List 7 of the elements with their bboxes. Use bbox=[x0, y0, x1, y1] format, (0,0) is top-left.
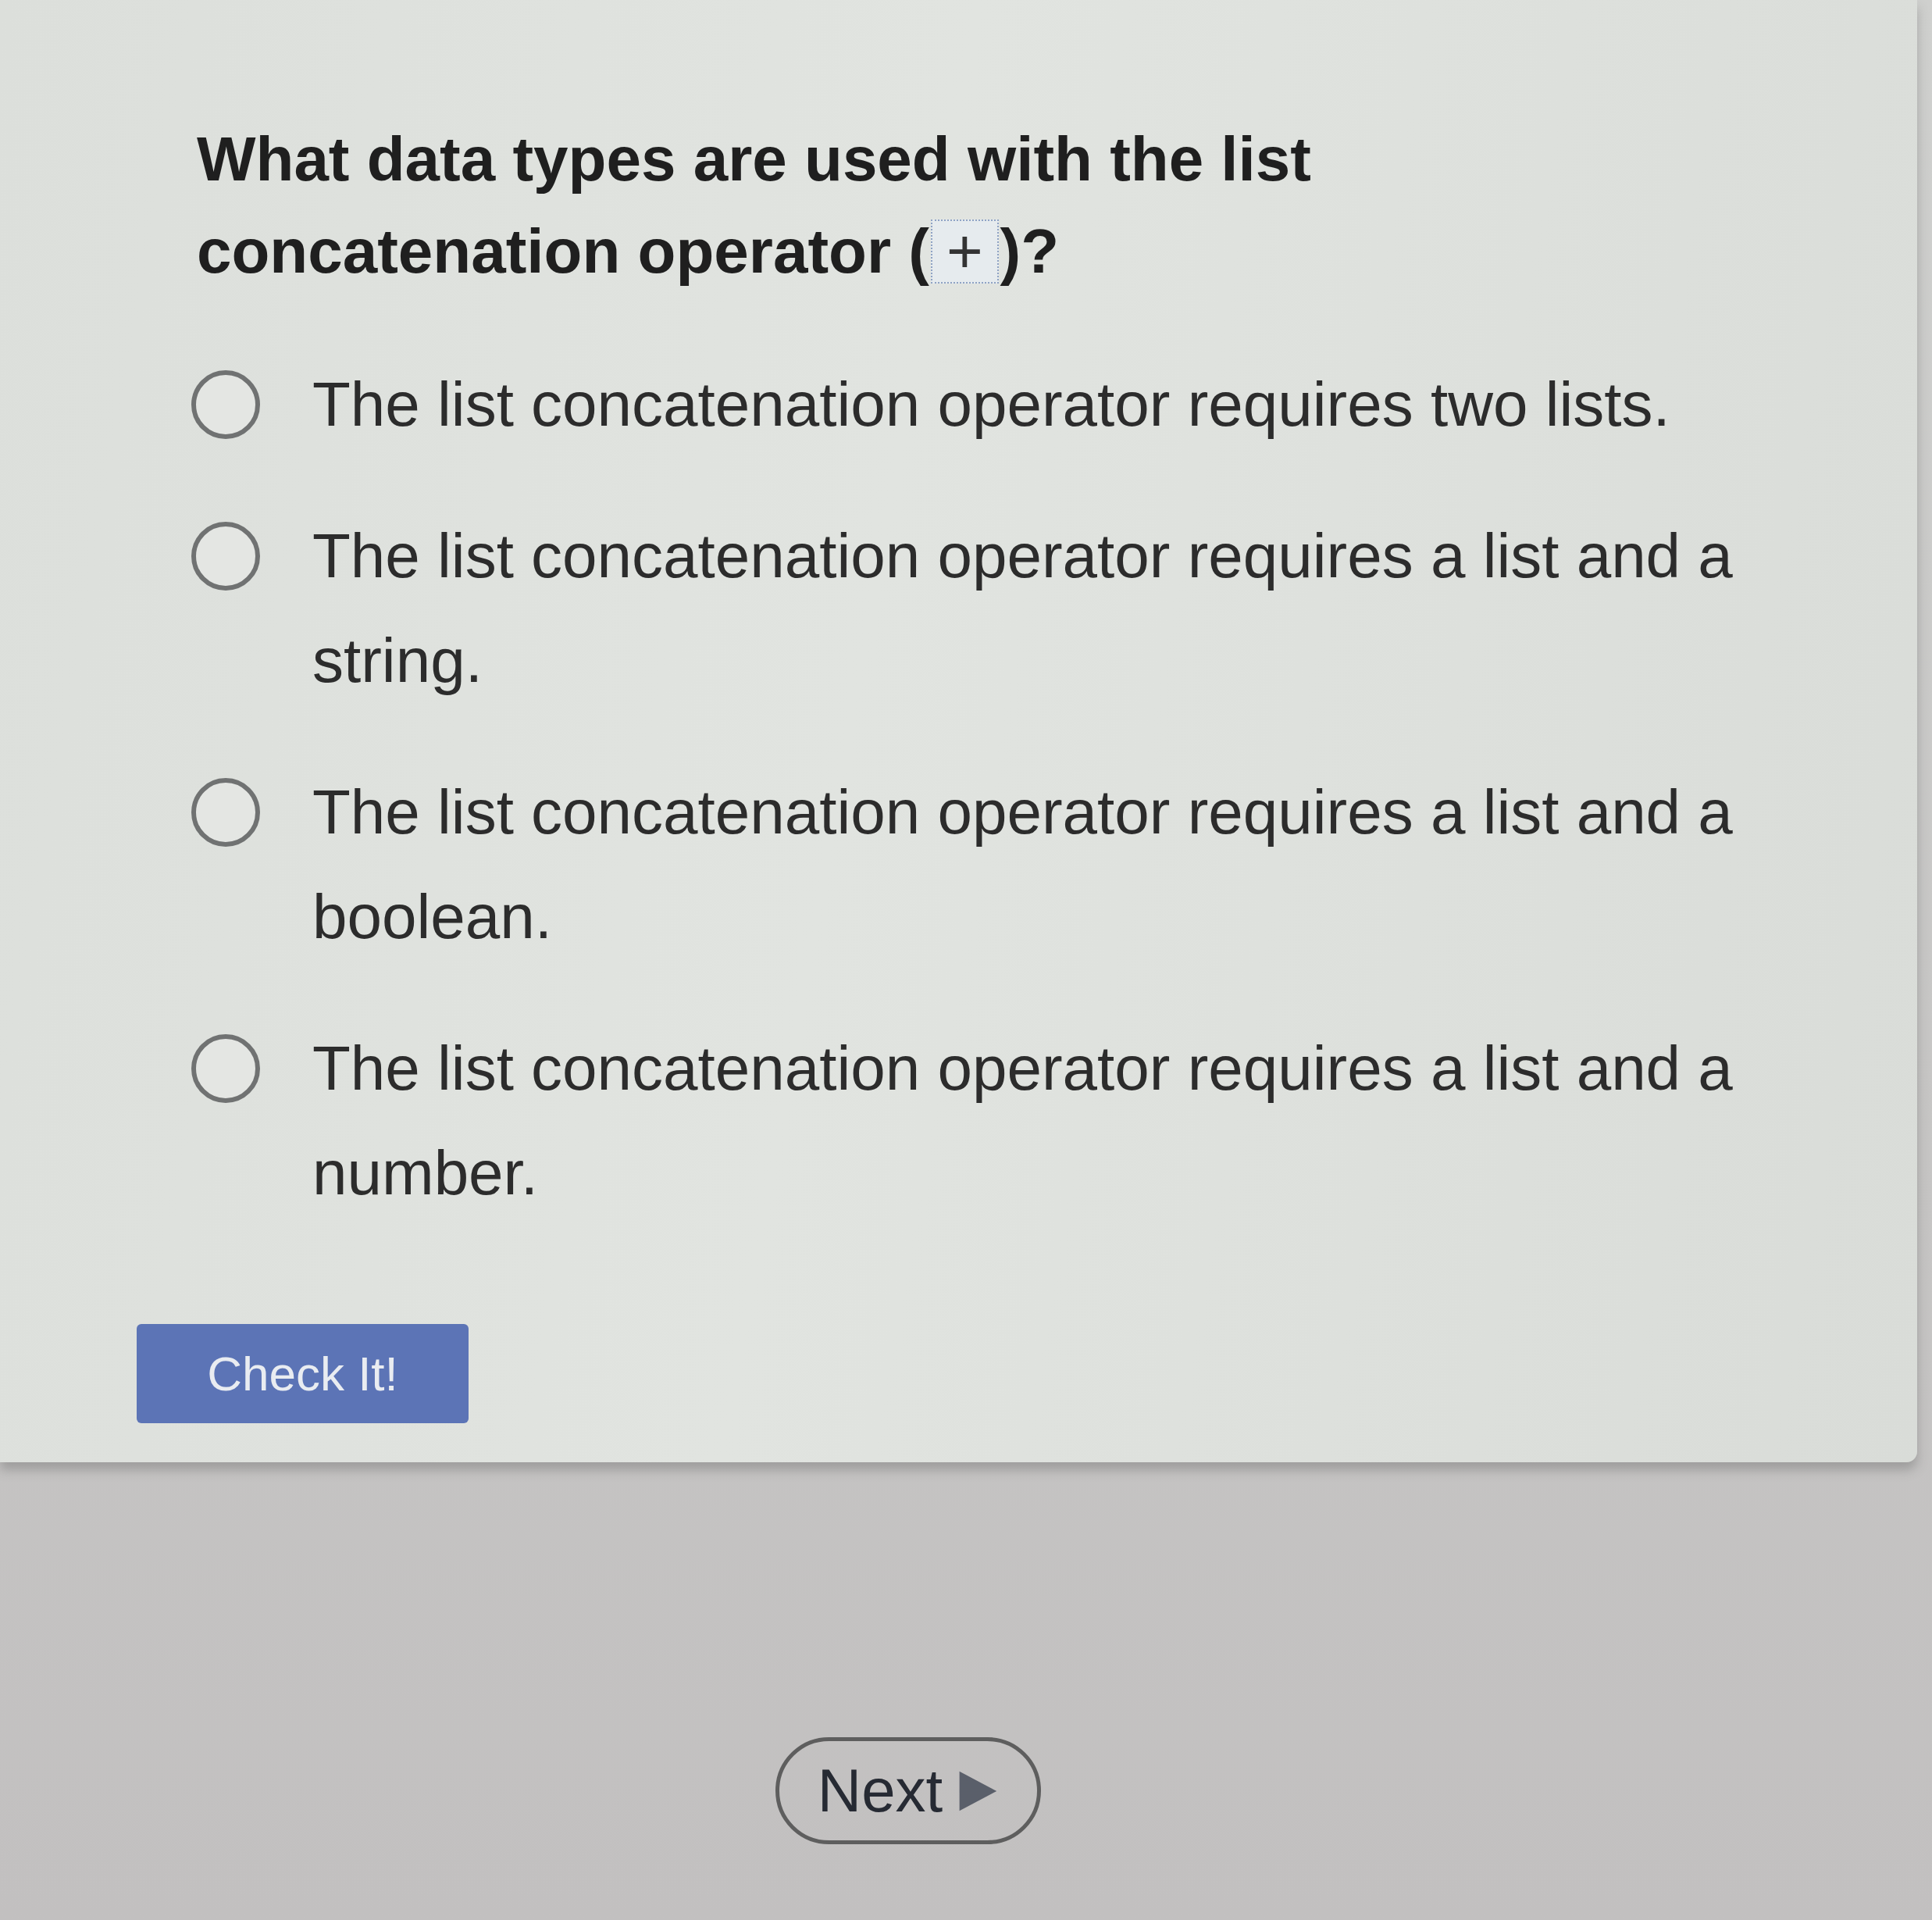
option-text[interactable]: The list concatenation operator requires a list and a string. bbox=[312, 504, 1796, 713]
option-text[interactable]: The list concatenation operator requires a list and a number. bbox=[312, 1016, 1796, 1226]
option-text[interactable]: The list concatenation operator requires a list and a boolean. bbox=[312, 760, 1796, 969]
next-button[interactable]: Next bbox=[775, 1737, 1041, 1844]
question-text: What data types are used with the list concatenation operator ( + )? bbox=[197, 123, 1312, 287]
option-text[interactable]: The list concatenation operator requires two lists. bbox=[312, 352, 1796, 457]
check-it-button[interactable]: Check It! bbox=[137, 1324, 469, 1423]
